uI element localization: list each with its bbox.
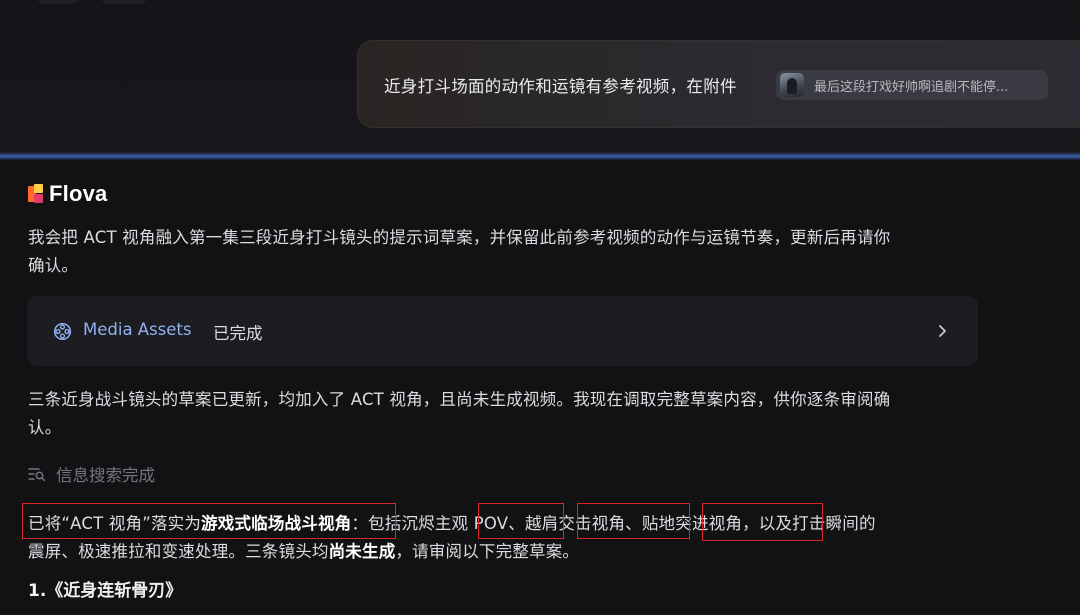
- user-message-bubble: 近身打斗场面的动作和运镜有参考视频，在附件 最后这段打戏好帅啊追剧不能停...: [357, 40, 1080, 128]
- top-toolbar-stub[interactable]: [36, 0, 80, 4]
- summary-paragraph: 已将“ACT 视角”落实为游戏式临场战斗视角：包括沉烬主观 POV、越肩交击视角…: [28, 510, 978, 566]
- summary-text: ，以及打击瞬间的: [742, 514, 876, 533]
- chat-page: 近身打斗场面的动作和运镜有参考视频，在附件 最后这段打戏好帅啊追剧不能停... …: [0, 0, 1080, 615]
- update-paragraph: 三条近身战斗镜头的草案已更新，均加入了 ACT 视角，且尚未生成视频。我现在调取…: [28, 386, 978, 442]
- summary-text: 已将“ACT 视角”落实为: [28, 514, 202, 533]
- chevron-right-icon[interactable]: [938, 322, 948, 340]
- top-toolbar-stub[interactable]: [100, 0, 148, 4]
- summary-emphasis: 尚未生成: [328, 542, 396, 561]
- media-assets-label: Media Assets: [83, 320, 192, 339]
- summary-separator: 、: [625, 514, 642, 533]
- summary-text: 震屏、极速推拉和变速处理。三条镜头均: [28, 542, 329, 561]
- flova-logo-icon: [28, 183, 48, 205]
- summary-separator: 、: [508, 514, 525, 533]
- media-assets-status: 已完成: [213, 324, 263, 343]
- attachment-name: 最后这段打戏好帅啊追剧不能停...: [814, 79, 1009, 95]
- intro-line: 我会把 ACT 视角融入第一集三段近身打斗镜头的提示词草案，并保留此前参考视频的…: [28, 228, 891, 247]
- summary-term-over-shoulder: 越肩交击视角: [524, 514, 626, 533]
- summary-line: 已将“ACT 视角”落实为游戏式临场战斗视角：包括沉烬主观 POV、越肩交击视角…: [28, 510, 978, 538]
- video-attachment-chip[interactable]: 最后这段打戏好帅啊追剧不能停...: [776, 70, 1048, 100]
- summary-term-pov: 主观 POV: [434, 514, 509, 533]
- summary-text: ：包括沉烬: [351, 514, 435, 533]
- summary-text: ，请审阅以下完整草案。: [395, 542, 580, 561]
- intro-line: 确认。: [28, 256, 79, 275]
- search-status-text: 信息搜索完成: [56, 466, 155, 485]
- assistant-response: Flova 我会把 ACT 视角融入第一集三段近身打斗镜头的提示词草案，并保留此…: [0, 160, 1080, 615]
- brand-header: Flova: [28, 180, 107, 208]
- user-message-area: 近身打斗场面的动作和运镜有参考视频，在附件 最后这段打戏好帅啊追剧不能停...: [0, 0, 1080, 155]
- video-thumbnail: [780, 73, 804, 97]
- intro-paragraph: 我会把 ACT 视角融入第一集三段近身打斗镜头的提示词草案，并保留此前参考视频的…: [28, 224, 978, 280]
- search-list-icon: [28, 468, 46, 482]
- update-line: 认。: [28, 418, 62, 437]
- film-reel-icon: [53, 322, 72, 341]
- update-line: 三条近身战斗镜头的草案已更新，均加入了 ACT 视角，且尚未生成视频。我现在调取…: [28, 390, 891, 409]
- summary-line: 震屏、极速推拉和变速处理。三条镜头均尚未生成，请审阅以下完整草案。: [28, 538, 978, 566]
- section-heading: 1.《近身连斩骨刃》: [28, 581, 183, 601]
- summary-term-ground-dash: 贴地突进视角: [641, 514, 743, 533]
- media-assets-card[interactable]: Media Assets 已完成: [27, 296, 978, 366]
- search-status-row[interactable]: 信息搜索完成: [28, 462, 155, 486]
- user-message-text: 近身打斗场面的动作和运镜有参考视频，在附件: [384, 77, 737, 96]
- brand-name: Flova: [49, 181, 108, 206]
- summary-emphasis: 游戏式临场战斗视角: [201, 514, 352, 533]
